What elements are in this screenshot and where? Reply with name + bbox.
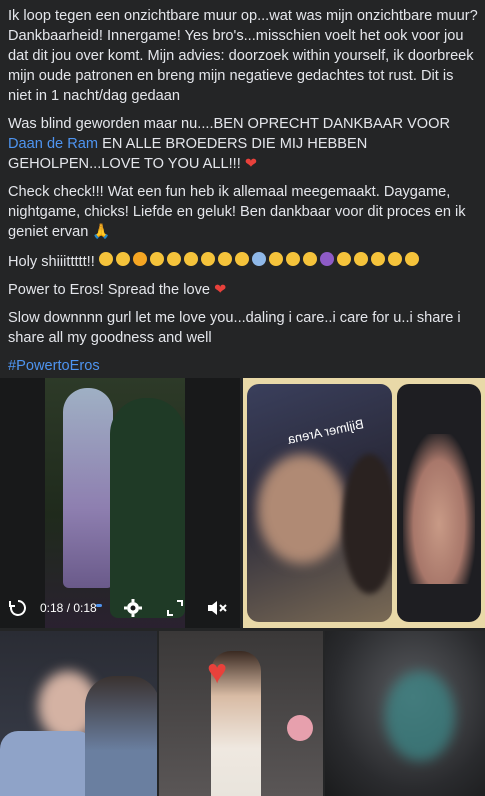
blurred-face: [257, 454, 347, 564]
video-controls: 0:18 / 0:18: [0, 588, 240, 628]
photo-dark[interactable]: [325, 631, 485, 796]
emoji-icon: [217, 252, 232, 266]
post-paragraph-2: Was blind geworden maar nu....BEN OPRECH…: [8, 116, 451, 172]
emoji-icon: [319, 252, 334, 266]
video-figure-right: [110, 398, 185, 618]
emoji-icon: [404, 252, 419, 266]
hashtag-link[interactable]: #PowertoEros: [8, 356, 480, 376]
heart-hands-shape: [403, 434, 475, 584]
post-paragraph-6: Slow downnnn gurl let me love you...dali…: [8, 310, 461, 346]
arena-sign-text: Bijlmer Arena: [286, 416, 366, 447]
emoji-icon: [336, 252, 351, 266]
emoji-icon: [370, 252, 385, 266]
post-paragraph-4: Holy shiiittttt!!: [8, 250, 480, 272]
emoji-icon: [251, 252, 266, 266]
mute-icon[interactable]: [205, 596, 229, 620]
settings-icon[interactable]: [121, 596, 145, 620]
photo-couple[interactable]: [0, 631, 157, 796]
emoji-icon: [302, 252, 317, 266]
video-figure-left: [63, 388, 113, 588]
emoji-icon: [115, 252, 130, 266]
mention-link[interactable]: Daan de Ram: [8, 136, 98, 152]
blurred-hair: [342, 454, 392, 594]
emoji-icon: [98, 252, 113, 266]
replay-icon[interactable]: [6, 596, 30, 620]
pray-emoji-icon: 🙏: [92, 224, 111, 240]
fullscreen-icon[interactable]: [163, 596, 187, 620]
heart-emoji-icon: ❤: [214, 282, 227, 298]
video-time: 0:18 / 0:18: [40, 601, 97, 615]
emoji-icon: [166, 252, 181, 266]
blurred-subject: [385, 671, 455, 761]
emoji-icon: [353, 252, 368, 266]
post-paragraph-1: Ik loop tegen een onzichtbare muur op...…: [8, 8, 478, 104]
photo-arena-collage[interactable]: Bijlmer Arena: [243, 378, 485, 628]
heart-emoji-icon: ❤: [244, 156, 258, 172]
emoji-icon: [200, 252, 215, 266]
emoji-icon: [149, 252, 164, 266]
emoji-icon: [234, 252, 249, 266]
post-paragraph-5: Power to Eros! Spread the love ❤: [8, 282, 227, 298]
photo-mirror-selfie[interactable]: ♥: [159, 631, 323, 796]
person-2: [85, 676, 157, 796]
post-text: Ik loop tegen een onzichtbare muur op...…: [8, 6, 480, 384]
photo-heart-hands: [397, 384, 481, 622]
emoji-icon: [268, 252, 283, 266]
sticker-pink: [287, 715, 313, 741]
emoji-icon: [183, 252, 198, 266]
emoji-icon: [387, 252, 402, 266]
emoji-icon: [132, 252, 147, 266]
post-paragraph-3: Check check!!! Wat een fun heb ik allema…: [8, 184, 466, 240]
photo-arena-selfie: Bijlmer Arena: [247, 384, 392, 622]
shirt-1: [0, 731, 95, 796]
pixel-heart-icon: ♥: [207, 653, 228, 691]
emoji-icon: [285, 252, 300, 266]
